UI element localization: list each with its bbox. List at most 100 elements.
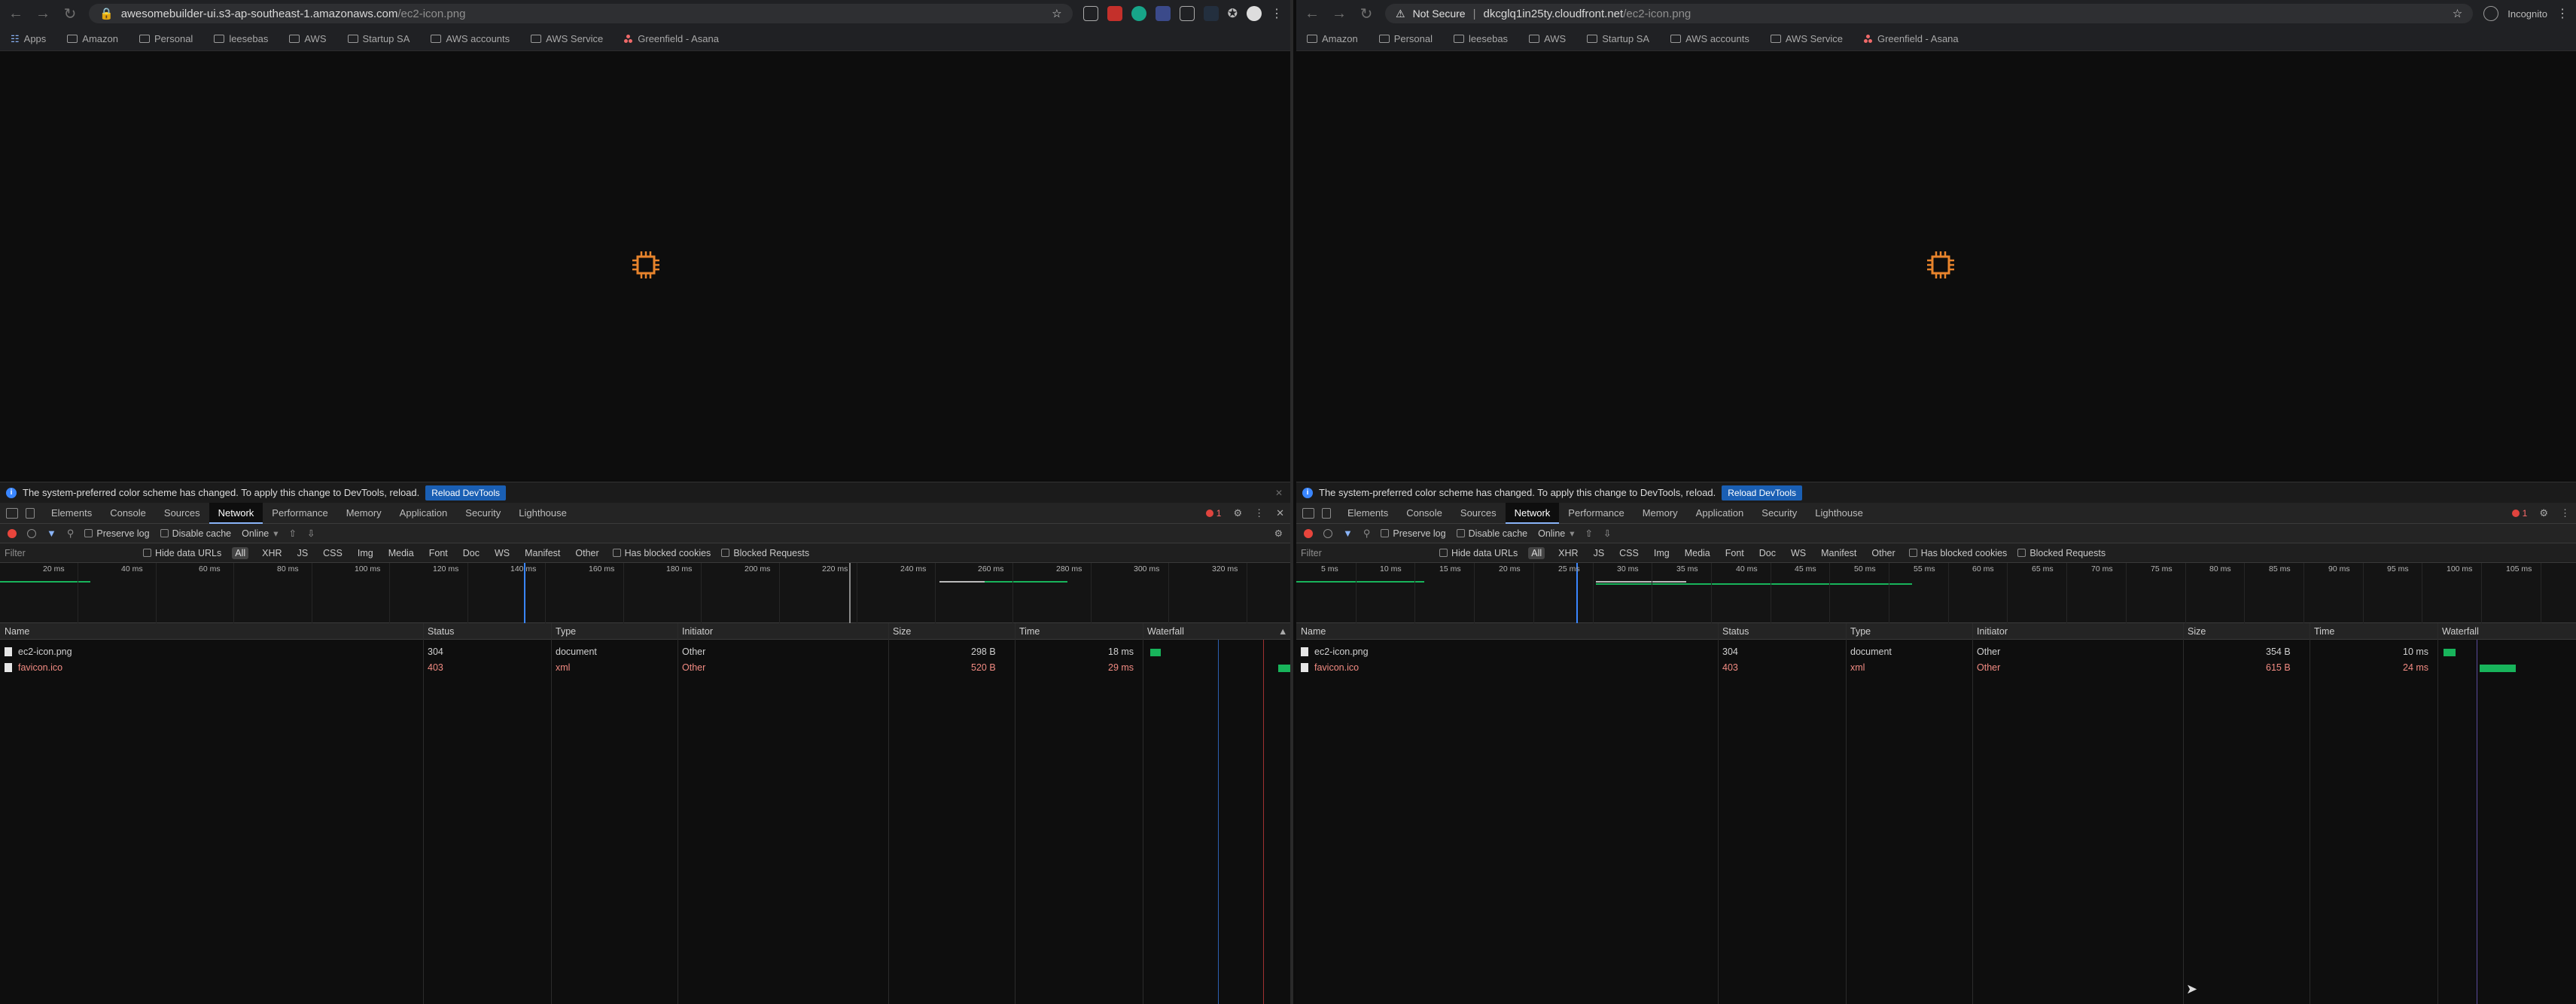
filter-type-ws[interactable]: WS xyxy=(492,547,513,559)
column-size[interactable]: Size xyxy=(2188,626,2206,637)
filter-type-css[interactable]: CSS xyxy=(1616,547,1642,559)
bookmark-item[interactable]: Startup SA xyxy=(347,33,410,44)
kebab-icon[interactable]: ⋮ xyxy=(2560,507,2570,519)
export-har-icon[interactable]: ⇩ xyxy=(1603,528,1611,539)
close-devtools-icon[interactable]: ✕ xyxy=(1276,507,1284,519)
menu-kebab-icon[interactable]: ⋮ xyxy=(2556,6,2568,21)
bookmark-item[interactable]: Personal xyxy=(1378,33,1433,44)
filter-type-img[interactable]: Img xyxy=(355,547,376,559)
network-settings-icon[interactable]: ⚙ xyxy=(1274,528,1283,539)
filter-icon[interactable]: ▼ xyxy=(1343,528,1353,539)
extension-purple-icon[interactable] xyxy=(1155,6,1171,21)
bookmark-item[interactable]: leesebas xyxy=(1454,33,1508,44)
filter-type-other[interactable]: Other xyxy=(572,547,601,559)
filter-type-xhr[interactable]: XHR xyxy=(259,547,285,559)
aws-extension-icon[interactable] xyxy=(1203,6,1219,21)
tab-memory[interactable]: Memory xyxy=(337,503,391,524)
preserve-log-checkbox[interactable]: Preserve log xyxy=(84,528,150,539)
bookmark-item[interactable]: Greenfield - Asana xyxy=(1863,33,1959,44)
reload-icon[interactable]: ↻ xyxy=(62,5,78,23)
column-type[interactable]: Type xyxy=(1850,626,1871,637)
security-label[interactable]: Not Secure xyxy=(1413,8,1466,20)
sort-triangle-icon[interactable]: ▲ xyxy=(1278,626,1287,637)
gear-icon[interactable]: ⚙ xyxy=(1233,507,1242,519)
table-row[interactable]: favicon.ico 403 xml Other 615 B 24 ms xyxy=(1296,660,2576,676)
close-icon[interactable]: ✕ xyxy=(1275,488,1283,498)
omnibox[interactable]: ⚠ Not Secure | dkcglq1in25ty.cloudfront.… xyxy=(1385,4,2474,23)
bookmark-item[interactable]: ☷ Apps xyxy=(11,33,46,45)
filter-type-xhr[interactable]: XHR xyxy=(1555,547,1581,559)
avatar[interactable] xyxy=(1247,6,1262,21)
bookmark-item[interactable]: AWS xyxy=(1529,33,1566,44)
bookmark-star-icon[interactable]: ☆ xyxy=(2453,7,2462,20)
column-status[interactable]: Status xyxy=(428,626,454,637)
extension-square-icon[interactable] xyxy=(1179,6,1195,21)
filter-input[interactable]: Filter xyxy=(5,548,132,558)
warning-icon[interactable]: ⚠ xyxy=(1396,8,1405,20)
incognito-icon[interactable] xyxy=(2483,6,2499,21)
bookmark-star-icon[interactable]: ☆ xyxy=(1052,7,1061,20)
import-har-icon[interactable]: ⇧ xyxy=(1585,528,1593,539)
menu-kebab-icon[interactable]: ⋮ xyxy=(1271,6,1283,21)
blocked-requests-checkbox[interactable]: Blocked Requests xyxy=(721,548,809,558)
forward-icon[interactable]: → xyxy=(35,5,51,23)
record-icon[interactable] xyxy=(8,528,17,538)
device-toggle-icon[interactable] xyxy=(1322,507,1331,519)
filter-icon[interactable]: ▼ xyxy=(47,528,56,539)
puzzle-extensions-icon[interactable]: ✪ xyxy=(1228,6,1238,21)
column-initiator[interactable]: Initiator xyxy=(1977,626,2008,637)
clear-icon[interactable] xyxy=(1323,528,1332,538)
filter-type-media[interactable]: Media xyxy=(1682,547,1713,559)
back-icon[interactable]: ← xyxy=(8,5,24,23)
filter-input[interactable]: Filter xyxy=(1301,548,1429,558)
kebab-icon[interactable]: ⋮ xyxy=(1254,507,1264,519)
filter-type-img[interactable]: Img xyxy=(1651,547,1673,559)
search-icon[interactable]: ⚲ xyxy=(67,528,75,540)
column-name[interactable]: Name xyxy=(1301,626,1326,637)
has-blocked-cookies-checkbox[interactable]: Has blocked cookies xyxy=(1908,548,2007,558)
tab-performance[interactable]: Performance xyxy=(263,503,336,524)
bookmark-item[interactable]: AWS xyxy=(289,33,327,44)
tab-application[interactable]: Application xyxy=(391,503,457,524)
tab-sources[interactable]: Sources xyxy=(1451,503,1506,524)
bookmark-item[interactable]: Personal xyxy=(139,33,193,44)
filter-type-manifest[interactable]: Manifest xyxy=(522,547,563,559)
filter-type-doc[interactable]: Doc xyxy=(460,547,483,559)
inspect-element-icon[interactable] xyxy=(1302,507,1314,519)
filter-type-other[interactable]: Other xyxy=(1868,547,1898,559)
bookmark-item[interactable]: Startup SA xyxy=(1587,33,1649,44)
record-icon[interactable] xyxy=(1304,528,1313,538)
filter-type-all[interactable]: All xyxy=(1528,546,1545,559)
filter-type-media[interactable]: Media xyxy=(385,547,417,559)
error-badge[interactable]: 1 xyxy=(2511,508,2527,519)
extension-teal-icon[interactable] xyxy=(1131,6,1146,21)
tab-lighthouse[interactable]: Lighthouse xyxy=(1806,503,1872,524)
device-toggle-icon[interactable] xyxy=(26,507,35,519)
disable-cache-checkbox[interactable]: Disable cache xyxy=(160,528,231,539)
filter-type-css[interactable]: CSS xyxy=(320,547,346,559)
blocked-requests-checkbox[interactable]: Blocked Requests xyxy=(2017,548,2106,558)
tab-security[interactable]: Security xyxy=(1752,503,1806,524)
tab-network[interactable]: Network xyxy=(209,502,263,524)
column-name[interactable]: Name xyxy=(5,626,29,637)
table-row[interactable]: favicon.ico 403 xml Other 520 B 29 ms xyxy=(0,660,1290,676)
profile-label[interactable]: Incognito xyxy=(2507,8,2547,20)
lastpass-extension-icon[interactable] xyxy=(1107,6,1122,21)
lock-icon[interactable]: 🔒 xyxy=(99,7,114,20)
column-size[interactable]: Size xyxy=(893,626,911,637)
throttling-select[interactable]: Online ▾ xyxy=(1538,528,1574,540)
column-initiator[interactable]: Initiator xyxy=(682,626,713,637)
tab-application[interactable]: Application xyxy=(1687,503,1753,524)
column-status[interactable]: Status xyxy=(1722,626,1749,637)
column-waterfall[interactable]: Waterfall xyxy=(1147,626,1184,637)
reload-devtools-button[interactable]: Reload DevTools xyxy=(425,485,506,500)
tab-console[interactable]: Console xyxy=(1397,503,1451,524)
bookmark-item[interactable]: AWS Service xyxy=(1770,33,1843,44)
column-waterfall[interactable]: Waterfall xyxy=(2442,626,2479,637)
hide-data-urls-checkbox[interactable]: Hide data URLs xyxy=(143,548,221,558)
network-overview[interactable]: 5 ms 10 ms 15 ms 20 ms 25 ms 30 ms 35 ms 40 ms 4… xyxy=(1296,563,2576,623)
bookmark-item[interactable]: AWS accounts xyxy=(1670,33,1749,44)
import-har-icon[interactable]: ⇧ xyxy=(289,528,297,539)
tab-elements[interactable]: Elements xyxy=(1338,503,1397,524)
filter-type-font[interactable]: Font xyxy=(426,547,451,559)
